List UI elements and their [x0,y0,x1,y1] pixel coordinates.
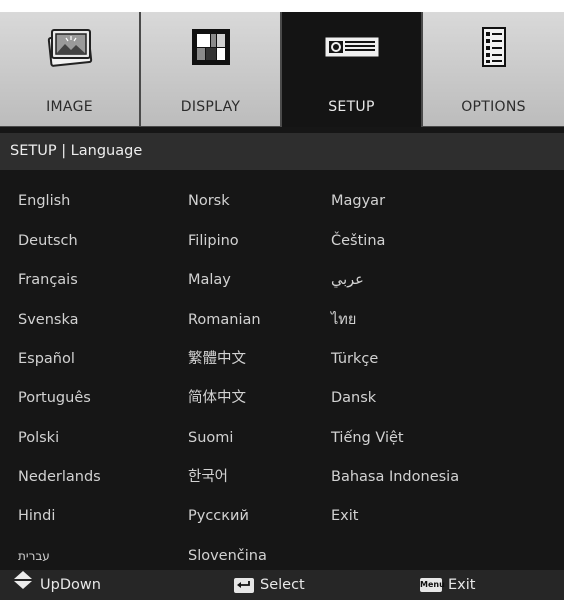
tab-image-label: IMAGE [46,99,93,115]
tab-options-label: OPTIONS [461,99,526,115]
updown-hint: UpDown [12,570,101,600]
image-icon [40,24,100,70]
tab-display[interactable]: DISPLAY [141,12,282,127]
language-option[interactable]: Español [18,344,75,374]
exit-hint: Menu Exit [420,570,475,600]
exit-option[interactable]: Exit [331,501,358,531]
language-option[interactable]: Čeština [331,226,385,256]
language-option[interactable]: Suomi [188,423,233,453]
language-option[interactable]: 繁體中文 [188,344,246,374]
tab-bar: IMAGE DISPLAY SETUP OPTIONS [0,12,564,127]
setup-icon [322,24,382,70]
updown-arrows-icon [12,570,34,600]
language-option[interactable]: Dansk [331,383,376,413]
language-option[interactable]: 简体中文 [188,383,246,413]
options-icon [464,24,524,70]
language-option[interactable]: Malay [188,265,231,295]
language-option[interactable]: עברית [18,541,50,571]
language-option[interactable]: Norsk [188,186,230,216]
language-option[interactable]: Magyar [331,186,385,216]
language-option[interactable]: عربي [331,265,364,295]
display-icon [181,24,241,70]
language-option[interactable]: Türkçe [331,344,378,374]
tab-display-label: DISPLAY [180,99,241,115]
menu-key-icon: Menu [420,578,445,592]
enter-key-icon [234,577,254,593]
language-option[interactable]: Filipino [188,226,239,256]
language-option[interactable]: Deutsch [18,226,78,256]
footer-hint-bar: UpDown Select Menu Exit [0,570,564,600]
language-option[interactable]: Polski [18,423,59,453]
language-option[interactable]: Romanian [188,305,261,335]
language-option[interactable]: 한국어 [188,462,228,492]
osd-menu: IMAGE DISPLAY SETUP OPTIONS SETUP | Lang… [0,12,564,600]
select-hint: Select [234,570,305,600]
language-option[interactable]: English [18,186,70,216]
language-option[interactable]: Português [18,383,91,413]
tab-options[interactable]: OPTIONS [423,12,564,127]
language-option[interactable]: Slovenčina [188,541,267,571]
language-option[interactable]: Tiếng Việt [331,423,404,453]
tab-image[interactable]: IMAGE [0,12,141,127]
language-option[interactable]: ไทย [331,305,356,335]
language-option[interactable]: Français [18,265,78,295]
language-list: English Deutsch Français Svenska Español… [0,170,564,570]
language-option[interactable]: Svenska [18,305,78,335]
breadcrumb: SETUP | Language [0,133,564,170]
language-option[interactable]: Bahasa Indonesia [331,462,459,492]
language-option[interactable]: Hindi [18,501,55,531]
tab-setup-label: SETUP [328,99,375,115]
exit-label: Exit [448,577,476,593]
language-option[interactable]: Русский [188,501,249,531]
updown-label: UpDown [40,577,101,593]
select-label: Select [260,577,305,593]
tab-setup[interactable]: SETUP [282,12,423,127]
language-option[interactable]: Nederlands [18,462,101,492]
